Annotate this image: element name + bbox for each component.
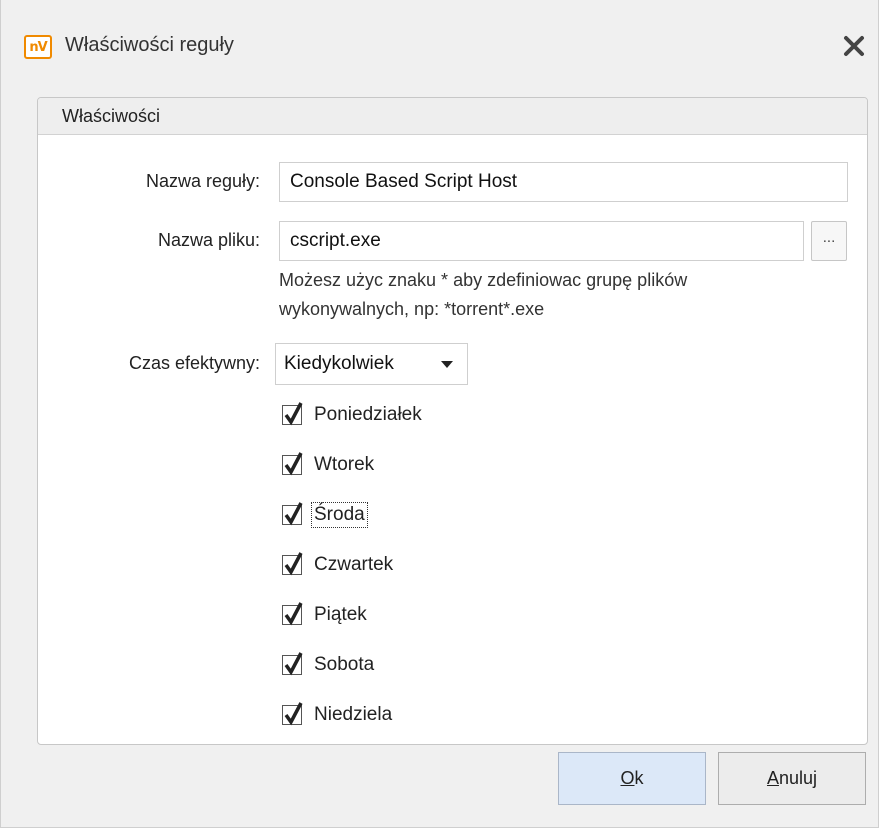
ok-label-rest: k — [634, 768, 644, 788]
window-title: Właściwości reguły — [65, 34, 234, 56]
effective-time-label: Czas efektywny: — [128, 353, 260, 373]
file-name-label: Nazwa pliku: — [157, 230, 260, 250]
rule-name-label: Nazwa reguły: — [145, 171, 260, 191]
browse-button[interactable]: ... — [811, 221, 847, 261]
day-checkbox-tuesday[interactable]: Wtorek — [282, 450, 376, 480]
cancel-button[interactable]: Anuluj — [718, 752, 866, 805]
checkbox-checked-icon — [282, 702, 303, 726]
chevron-down-icon — [441, 361, 453, 368]
day-label: Niedziela — [314, 704, 393, 725]
day-checkbox-friday[interactable]: Piątek — [282, 600, 369, 630]
day-label: Czwartek — [314, 554, 394, 575]
day-label: Sobota — [314, 654, 375, 675]
group-title: Właściwości — [38, 98, 867, 135]
day-checkbox-wednesday[interactable]: Środa — [282, 500, 368, 530]
rule-name-input[interactable] — [279, 162, 848, 202]
day-checkbox-thursday[interactable]: Czwartek — [282, 550, 395, 580]
day-label: Poniedziałek — [314, 404, 422, 425]
file-name-input[interactable] — [279, 221, 804, 261]
checkbox-checked-icon — [282, 452, 303, 476]
cancel-label-rest: nuluj — [778, 768, 818, 788]
checkbox-checked-icon — [282, 552, 303, 576]
cancel-mnemonic: A — [766, 768, 779, 788]
close-icon — [844, 36, 864, 56]
checkbox-checked-icon — [282, 502, 303, 526]
day-label: Piątek — [314, 604, 367, 625]
effective-time-selected: Kiedykolwiek — [284, 353, 394, 374]
day-checkbox-monday[interactable]: Poniedziałek — [282, 400, 424, 430]
ok-mnemonic: O — [620, 768, 635, 788]
file-name-hint: Możesz użyc znaku * aby zdefiniowac grup… — [279, 270, 688, 319]
dialog-window: nV Właściwości reguły Właściwości Nazwa … — [0, 0, 879, 828]
properties-group: Właściwości Nazwa reguły: Nazwa pliku: .… — [37, 97, 868, 745]
day-label: Środa — [311, 502, 368, 528]
title-bar[interactable]: nV Właściwości reguły — [1, 0, 878, 88]
checkbox-checked-icon — [282, 602, 303, 626]
close-button[interactable] — [835, 27, 873, 65]
effective-time-dropdown[interactable]: Kiedykolwiek — [275, 343, 468, 385]
checkbox-checked-icon — [282, 652, 303, 676]
day-checkbox-sunday[interactable]: Niedziela — [282, 700, 394, 730]
ok-button[interactable]: Ok — [558, 752, 706, 805]
day-label: Wtorek — [314, 454, 375, 475]
checkbox-checked-icon — [282, 402, 303, 426]
nv-app-icon: nV — [24, 35, 52, 59]
day-checkbox-saturday[interactable]: Sobota — [282, 650, 376, 680]
